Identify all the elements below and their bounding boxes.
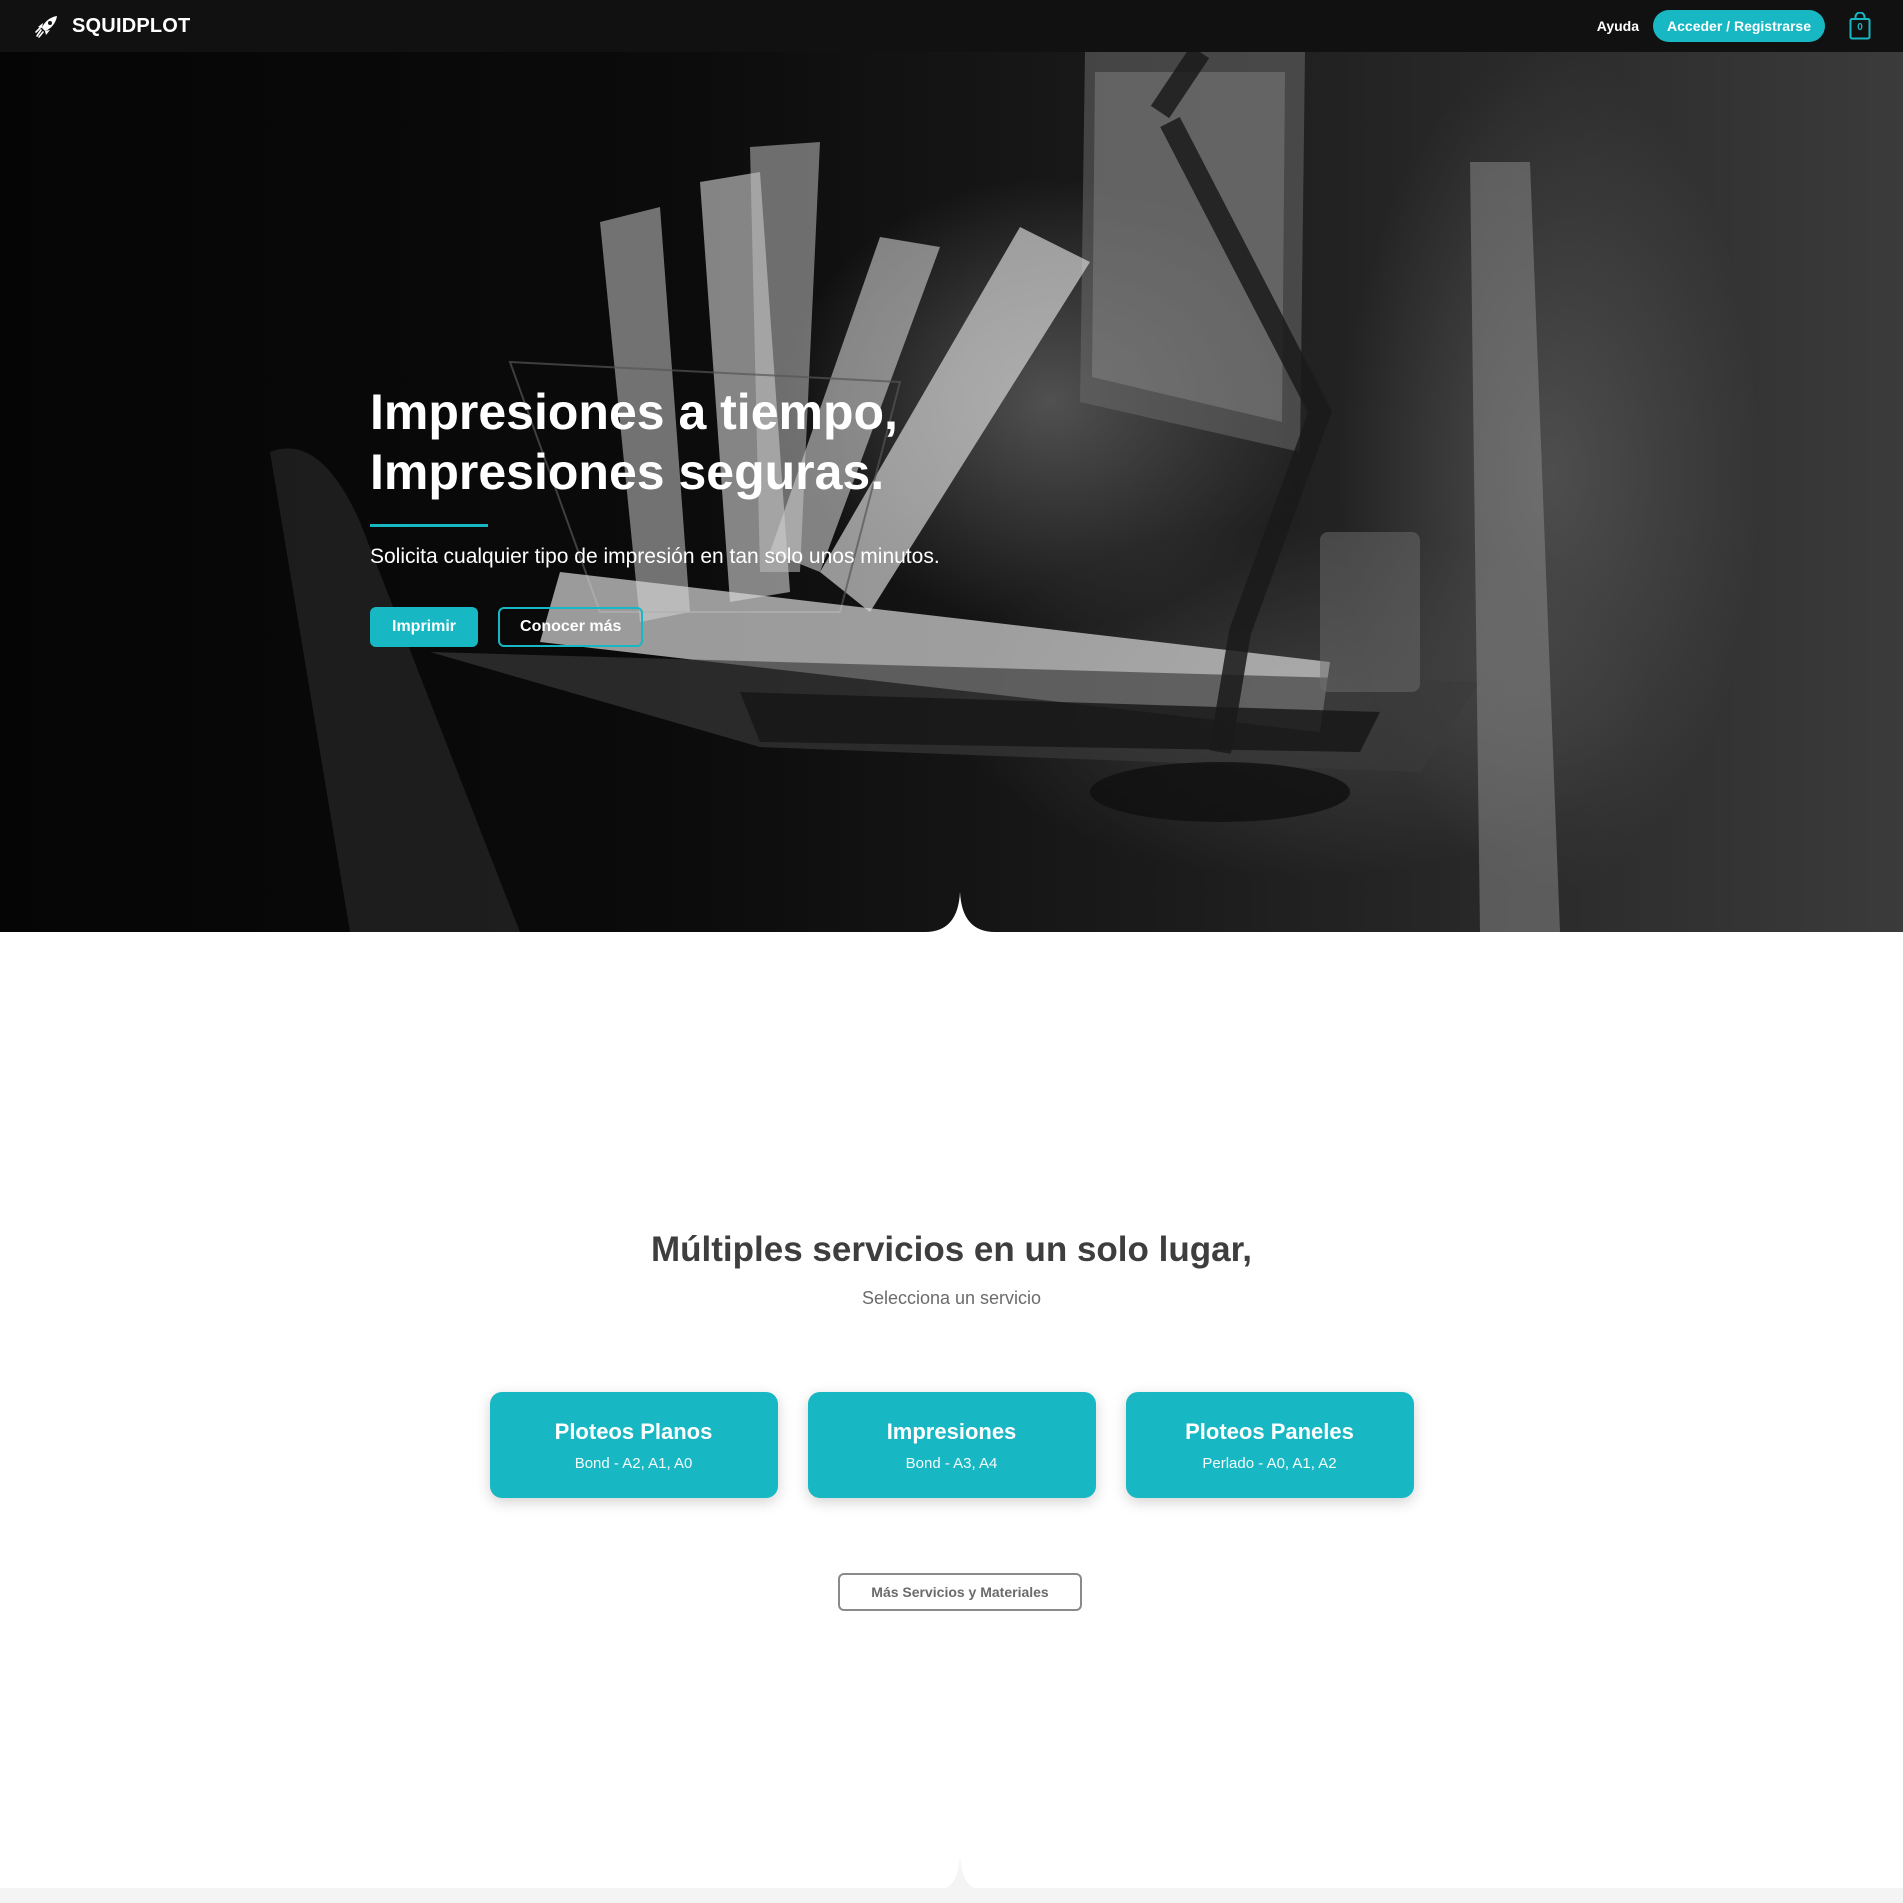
services-title: Múltiples servicios en un solo lugar, [651, 1230, 1252, 1269]
cart-count-badge: 0 [1857, 22, 1863, 33]
hero-title-line2: Impresiones seguras. [370, 444, 885, 500]
print-button[interactable]: Imprimir [370, 607, 479, 647]
services-subtitle: Selecciona un servicio [861, 1288, 1042, 1308]
rocket-icon [35, 16, 57, 38]
service-card-subtitle: Bond - A2, A1, A0 [574, 1454, 693, 1472]
brand-home-link[interactable]: SQUIDPLOT [34, 12, 190, 40]
help-link[interactable]: Ayuda [1597, 18, 1639, 34]
hero-content: Impresiones a tiempo, Impresiones segura… [370, 382, 1270, 647]
hero-title: Impresiones a tiempo, Impresiones segura… [370, 382, 1270, 502]
login-register-button[interactable]: Acceder / Registrarse [1653, 10, 1825, 42]
service-card-impresiones[interactable]: Impresiones Bond - A3, A4 [807, 1392, 1096, 1498]
hero-section: Impresiones a tiempo, Impresiones segura… [0, 52, 1903, 932]
brand-name: SQUIDPLOT [72, 14, 191, 37]
services-section: Múltiples servicios en un solo lugar, Se… [0, 1230, 1903, 1611]
learn-more-button[interactable]: Conocer más [498, 607, 644, 647]
service-card-title: Ploteos Paneles [1185, 1418, 1354, 1444]
site-header: SQUIDPLOT Ayuda Acceder / Registrarse 0 [0, 0, 1903, 52]
service-card-subtitle: Perlado - A0, A1, A2 [1202, 1454, 1337, 1472]
cart-button[interactable]: 0 [1849, 12, 1871, 40]
section-divider-notch [940, 1855, 980, 1889]
service-card-ploteos-planos[interactable]: Ploteos Planos Bond - A2, A1, A0 [489, 1392, 778, 1498]
hero-title-line1: Impresiones a tiempo, [370, 384, 898, 440]
hero-divider [370, 524, 488, 527]
hero-bottom-divider [0, 892, 1903, 932]
service-cards: Ploteos Planos Bond - A2, A1, A0 Impresi… [0, 1392, 1903, 1498]
service-card-subtitle: Bond - A3, A4 [905, 1454, 998, 1472]
next-section-band [0, 1888, 1903, 1903]
header-nav: Ayuda Acceder / Registrarse 0 [1597, 10, 1871, 42]
hero-subtitle: Solicita cualquier tipo de impresión en … [370, 545, 940, 568]
service-card-title: Impresiones [886, 1418, 1017, 1444]
service-card-ploteos-paneles[interactable]: Ploteos Paneles Perlado - A0, A1, A2 [1125, 1392, 1414, 1498]
service-card-title: Ploteos Planos [554, 1418, 713, 1444]
more-services-button[interactable]: Más Servicios y Materiales [838, 1573, 1082, 1611]
hero-actions: Imprimir Conocer más [370, 607, 1270, 647]
